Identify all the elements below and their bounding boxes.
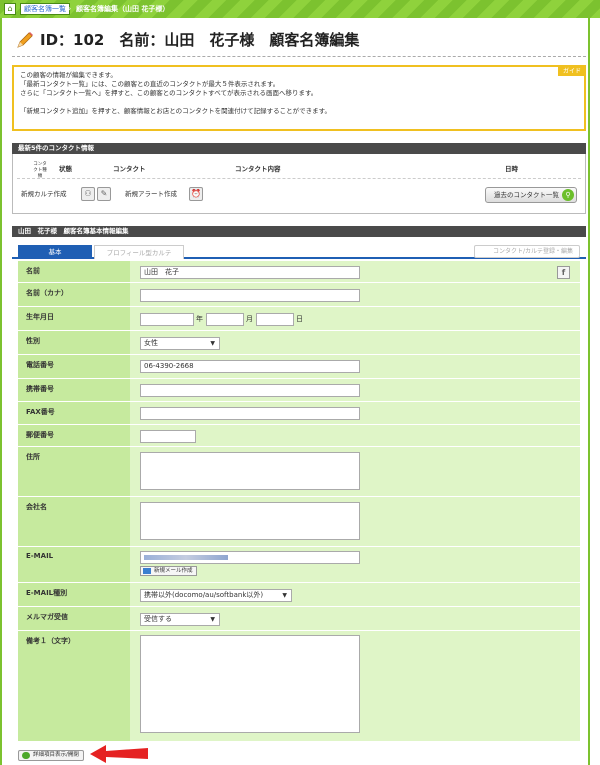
name-field[interactable]: 山田 花子 — [140, 266, 360, 279]
row-gender: 性別 女性 ▼ — [18, 331, 580, 355]
search-go-icon: ⚲ — [562, 189, 574, 201]
pencil-icon — [17, 32, 33, 48]
title-divider — [12, 56, 586, 57]
magazine-select[interactable]: 受信する ▼ — [140, 613, 220, 626]
note-textarea[interactable] — [140, 635, 360, 733]
new-mail-label: 新規メール作成 — [154, 568, 193, 574]
chevron-down-icon: ▼ — [282, 592, 287, 599]
toggle-details-label: 詳細項目表示/開閉 — [33, 752, 79, 758]
name-label: 名前 — [18, 261, 130, 282]
row-birthdate: 生年月日 年 月 日 — [18, 307, 580, 331]
birth-year-field[interactable] — [140, 313, 194, 326]
guide-box: ガイド この顧客の情報が編集できます。 「最新コンタクト一覧」には、この顧客との… — [12, 65, 586, 131]
expand-icon — [22, 752, 30, 759]
new-alert-button[interactable]: 新規アラート作成 — [125, 190, 177, 199]
guide-line: 「新規コンタクト追加」を押すと、顧客情報とお店とのコンタクトを関連付けて記録する… — [20, 107, 332, 115]
new-chart-button[interactable]: 新規カルテ作成 — [21, 190, 67, 199]
email-label: E-MAIL — [18, 547, 130, 582]
email-type-label: E-MAIL種別 — [18, 583, 130, 606]
facebook-icon[interactable]: f — [557, 266, 570, 279]
row-name: 名前 山田 花子 f — [18, 261, 580, 283]
company-label: 会社名 — [18, 497, 130, 546]
fax-label: FAX番号 — [18, 402, 130, 424]
birth-month-field[interactable] — [206, 313, 244, 326]
register-label: コンタクト/カルテ登録・編集 — [492, 248, 573, 255]
chevron-down-icon: ▼ — [210, 340, 215, 347]
home-icon[interactable]: ⌂ — [4, 3, 16, 15]
magazine-value: 受信する — [144, 615, 172, 623]
email-value-blurred — [144, 555, 228, 560]
kana-field[interactable] — [140, 289, 360, 302]
email-type-select[interactable]: 携帯以外(docomo/au/softbank以外) ▼ — [140, 589, 292, 602]
past-contacts-label: 過去のコンタクト一覧 — [494, 191, 559, 199]
contacts-panel: コンタクト種類 状態 コンタクト コンタクト内容 日時 新規カルテ作成 ⚇ ✎ … — [12, 154, 586, 214]
guide-line: 「最新コンタクト一覧」には、この顧客との直近のコンタクトが最大５件表示されます。 — [20, 80, 280, 88]
toggle-details-button[interactable]: 詳細項目表示/開閉 — [18, 750, 84, 761]
row-company: 会社名 — [18, 497, 580, 547]
month-unit: 月 — [246, 315, 253, 323]
basic-info-section-header: 山田 花子様 顧客名簿基本情報編集 — [12, 226, 586, 237]
birthdate-label: 生年月日 — [18, 307, 130, 330]
birth-day-field[interactable] — [256, 313, 294, 326]
mobile-field[interactable] — [140, 384, 360, 397]
row-email-type: E-MAIL種別 携帯以外(docomo/au/softbank以外) ▼ — [18, 583, 580, 607]
day-unit: 日 — [296, 315, 303, 323]
col-date: 日時 — [505, 165, 518, 173]
note-label: 備考１（文字） — [18, 631, 130, 741]
row-zip: 郵便番号 — [18, 425, 580, 447]
mail-icon — [143, 568, 151, 574]
row-magazine: メルマガ受信 受信する ▼ — [18, 607, 580, 631]
breadcrumb-current: 顧客名簿編集（山田 花子様） — [76, 5, 170, 13]
address-label: 住所 — [18, 447, 130, 496]
address-textarea[interactable] — [140, 452, 360, 490]
breadcrumb: ⌂ 顧客名簿一覧 › 顧客名簿編集（山田 花子様） — [0, 0, 600, 18]
breadcrumb-link-customer-list[interactable]: 顧客名簿一覧 — [20, 3, 70, 15]
gender-select[interactable]: 女性 ▼ — [140, 337, 220, 350]
phone-field[interactable]: 06-4390-2668 — [140, 360, 360, 373]
past-contacts-button[interactable]: 過去のコンタクト一覧 ⚲ — [485, 187, 577, 203]
row-mobile: 携帯番号 — [18, 379, 580, 402]
magazine-label: メルマガ受信 — [18, 607, 130, 630]
tab-basic[interactable]: 基本 — [18, 245, 92, 259]
zip-label: 郵便番号 — [18, 425, 130, 446]
breadcrumb-separator: › — [68, 4, 72, 13]
fax-field[interactable] — [140, 407, 360, 420]
col-contact: コンタクト — [113, 165, 146, 173]
col-status: 状態 — [59, 165, 72, 173]
red-arrow-icon — [90, 745, 148, 763]
row-kana: 名前（カナ） — [18, 283, 580, 307]
kana-label: 名前（カナ） — [18, 283, 130, 306]
page-title: ID：102 名前：山田 花子様 顧客名簿編集 — [40, 31, 360, 49]
guide-line: さらに「コンタクト一覧へ」を押すと、この顧客とのコンタクトすべてが表示される画面… — [20, 89, 318, 97]
customer-form: 名前 山田 花子 f 名前（カナ） 生年月日 年 月 日 性別 女性 ▼ 電話番… — [18, 261, 580, 741]
row-address: 住所 — [18, 447, 580, 497]
tab-bar: 基本 プロフィール型カルテ コンタクト/カルテ登録・編集 — [12, 243, 586, 259]
zip-field[interactable] — [140, 430, 196, 443]
mobile-label: 携帯番号 — [18, 379, 130, 401]
company-textarea[interactable] — [140, 502, 360, 540]
gender-value: 女性 — [144, 339, 158, 347]
guide-line: この顧客の情報が編集できます。 — [20, 71, 117, 79]
tab-profile-chart[interactable]: プロフィール型カルテ — [94, 245, 184, 259]
email-type-value: 携帯以外(docomo/au/softbank以外) — [144, 591, 264, 599]
phone-label: 電話番号 — [18, 355, 130, 378]
year-unit: 年 — [196, 315, 203, 323]
email-field[interactable] — [140, 551, 360, 564]
guide-line — [20, 98, 578, 107]
new-mail-button[interactable]: 新規メール作成 — [140, 566, 197, 576]
col-contact-content: コンタクト内容 — [235, 165, 281, 173]
row-fax: FAX番号 — [18, 402, 580, 425]
chart-edit-icon[interactable]: ✎ — [97, 187, 111, 201]
chevron-down-icon: ▼ — [210, 616, 215, 623]
alarm-clock-icon[interactable]: ⏰ — [189, 187, 203, 201]
contact-chart-register-button[interactable]: コンタクト/カルテ登録・編集 — [473, 245, 580, 258]
guide-tag: ガイド — [557, 65, 586, 76]
row-phone: 電話番号 06-4390-2668 — [18, 355, 580, 379]
row-email: E-MAIL 新規メール作成 — [18, 547, 580, 583]
chart-people-icon[interactable]: ⚇ — [81, 187, 95, 201]
contacts-section-header: 最新5件のコンタクト情報 — [12, 143, 586, 154]
contacts-divider — [17, 178, 581, 179]
row-note: 備考１（文字） — [18, 631, 580, 741]
gender-label: 性別 — [18, 331, 130, 354]
